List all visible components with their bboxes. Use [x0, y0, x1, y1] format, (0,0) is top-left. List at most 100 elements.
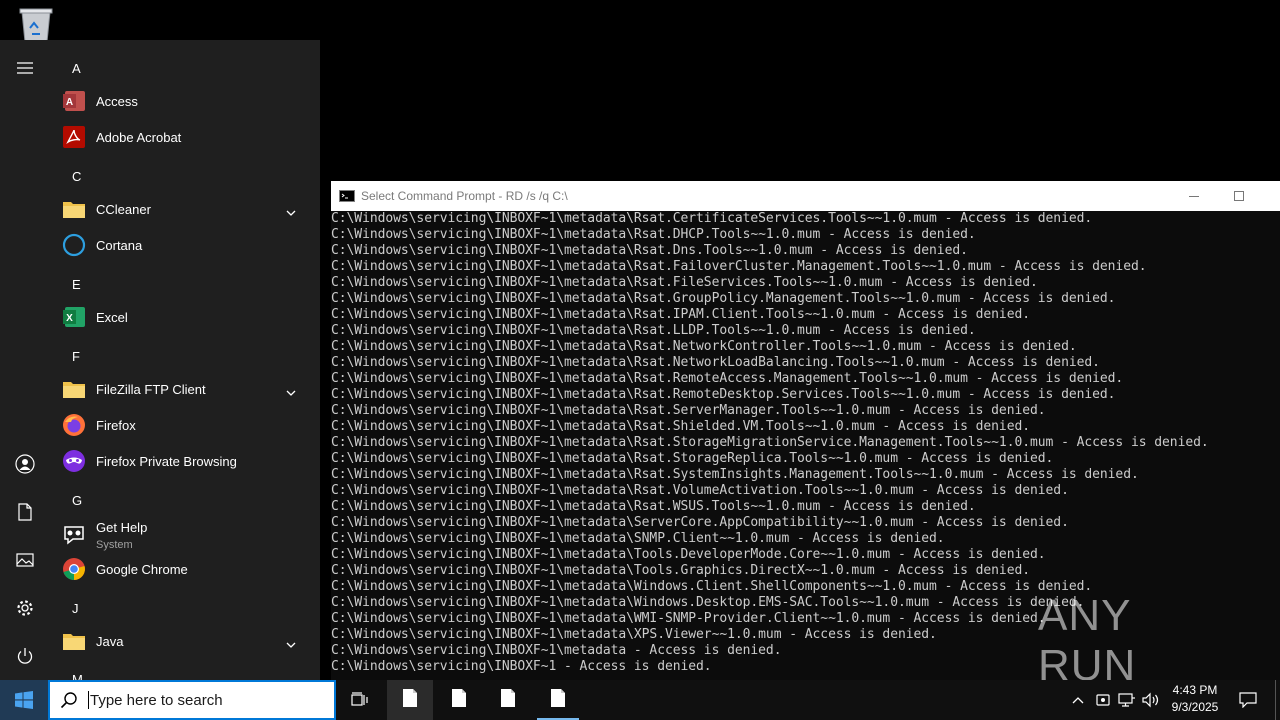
title-bar[interactable]: Select Command Prompt - RD /s /q C:\ [331, 181, 1280, 211]
clock-date: 9/3/2025 [1171, 700, 1219, 714]
group-header-a[interactable]: A [72, 61, 81, 76]
taskbar-file-3[interactable] [485, 680, 531, 720]
maximize-icon[interactable] [1216, 181, 1262, 211]
group-header-m[interactable]: M [72, 672, 83, 680]
notification-icon[interactable] [1234, 680, 1262, 720]
app-get-help[interactable]: Get Help System [62, 515, 308, 555]
user-icon[interactable] [0, 444, 50, 484]
console-line: C:\Windows\servicing\INBOXF~1\metadata\T… [331, 563, 1030, 578]
app-firefox-private-label: Firefox Private Browsing [96, 453, 237, 469]
app-cortana[interactable]: Cortana [62, 227, 308, 263]
taskbar-clock[interactable]: 4:43 PM 9/3/2025 [1160, 682, 1230, 716]
anyrun-watermark: ANY RUN [1038, 591, 1238, 690]
app-cortana-label: Cortana [96, 237, 143, 253]
volume-icon[interactable] [1140, 680, 1162, 720]
app-ccleaner[interactable]: CCleaner [62, 191, 308, 227]
hamburger-icon[interactable] [0, 48, 50, 88]
pictures-icon[interactable] [0, 540, 50, 580]
group-header-g[interactable]: G [72, 493, 82, 508]
app-firefox-private[interactable]: Firefox Private Browsing [62, 443, 308, 479]
clock-time: 4:43 PM [1172, 683, 1218, 697]
console-line: C:\Windows\servicing\INBOXF~1\metadata\R… [331, 419, 1030, 434]
console-line: C:\Windows\servicing\INBOXF~1\metadata\R… [331, 355, 1100, 370]
console-line: C:\Windows\servicing\INBOXF~1\metadata\T… [331, 547, 1046, 562]
console-line: C:\Windows\servicing\INBOXF~1\metadata\R… [331, 499, 976, 514]
access-icon: A [62, 89, 86, 113]
app-java-label: Java [96, 633, 124, 649]
minimize-icon[interactable] [1171, 181, 1217, 211]
console-line: C:\Windows\servicing\INBOXF~1\metadata\R… [331, 243, 968, 258]
console-line: C:\Windows\servicing\INBOXF~1\metadata\R… [331, 275, 1038, 290]
cortana-icon [62, 233, 86, 257]
app-filezilla[interactable]: FileZilla FTP Client [62, 371, 308, 407]
app-java[interactable]: Java [62, 623, 308, 659]
app-ccleaner-label: CCleaner [96, 201, 151, 217]
app-google-chrome[interactable]: Google Chrome [62, 551, 308, 587]
console-line: C:\Windows\servicing\INBOXF~1\metadata\R… [331, 291, 1116, 306]
app-filezilla-label: FileZilla FTP Client [96, 381, 206, 397]
folder-icon [62, 377, 86, 401]
app-access-label: Access [96, 93, 138, 109]
svg-text:X: X [66, 313, 73, 324]
chevron-down-icon[interactable] [286, 635, 296, 653]
chevron-down-icon[interactable] [286, 203, 296, 221]
show-desktop-divider[interactable] [1275, 680, 1276, 720]
device-icon[interactable] [1092, 680, 1114, 720]
file-icon [500, 688, 516, 713]
console-line: C:\Windows\servicing\INBOXF~1\metadata\R… [331, 307, 1030, 322]
taskbar-file-2[interactable] [436, 680, 482, 720]
firefox-icon [62, 413, 86, 437]
app-firefox-label: Firefox [96, 417, 136, 433]
taskbar-file-4[interactable] [535, 680, 581, 720]
app-adobe-acrobat-label: Adobe Acrobat [96, 129, 182, 145]
console-line: C:\Windows\servicing\INBOXF~1\metadata\R… [331, 259, 1147, 274]
file-icon [451, 688, 467, 713]
text-caret [88, 691, 89, 709]
window-title: Select Command Prompt - RD /s /q C:\ [361, 189, 568, 203]
taskbar-file-1[interactable] [387, 680, 433, 720]
watermark-text: ANY RUN [1038, 591, 1137, 690]
search-placeholder: Type here to search [90, 691, 223, 709]
folder-icon [62, 197, 86, 221]
app-excel-label: Excel [96, 309, 128, 325]
app-adobe-acrobat[interactable]: Adobe Acrobat [62, 119, 308, 155]
file-icon [550, 688, 566, 713]
taskbar: Type here to search 4:43 PM 9/3/2025 [0, 680, 1280, 720]
chrome-icon [62, 557, 86, 581]
acrobat-icon [62, 125, 86, 149]
app-google-chrome-label: Google Chrome [96, 561, 188, 577]
get-help-icon [62, 523, 86, 547]
console-line: C:\Windows\servicing\INBOXF~1\metadata\S… [331, 515, 1069, 530]
console-line: C:\Windows\servicing\INBOXF~1\metadata\R… [331, 387, 1116, 402]
app-firefox[interactable]: Firefox [62, 407, 308, 443]
app-access[interactable]: A Access [62, 83, 308, 119]
folder-icon [62, 629, 86, 653]
app-excel[interactable]: X Excel [62, 299, 308, 335]
windows-logo-icon[interactable] [0, 680, 48, 720]
group-header-j[interactable]: J [72, 601, 79, 616]
chevron-up-icon[interactable] [1066, 680, 1090, 720]
group-header-e[interactable]: E [72, 277, 81, 292]
app-list: A A Access Adobe Acrobat C CCleaner Cort… [50, 40, 320, 680]
recycle-bin-icon[interactable] [14, 6, 58, 44]
app-get-help-label: Get Help [96, 520, 148, 535]
group-header-c[interactable]: C [72, 169, 81, 184]
task-view-icon[interactable] [337, 680, 383, 720]
console-line: C:\Windows\servicing\INBOXF~1\metadata\R… [331, 467, 1139, 482]
console-line: C:\Windows\servicing\INBOXF~1\metadata\R… [331, 339, 1077, 354]
group-header-f[interactable]: F [72, 349, 80, 364]
console-line: C:\Windows\servicing\INBOXF~1\metadata\R… [331, 451, 1054, 466]
power-icon[interactable] [0, 636, 50, 676]
console-line: C:\Windows\servicing\INBOXF~1\metadata\R… [331, 483, 1069, 498]
taskbar-search-box[interactable]: Type here to search [48, 680, 336, 720]
console-line: C:\Windows\servicing\INBOXF~1\metadata\S… [331, 531, 945, 546]
documents-icon[interactable] [0, 492, 50, 532]
console-line: C:\Windows\servicing\INBOXF~1\metadata\R… [331, 435, 1209, 450]
console-line: C:\Windows\servicing\INBOXF~1\metadata\R… [331, 323, 976, 338]
firefox-private-icon [62, 449, 86, 473]
cmd-icon [339, 190, 355, 202]
network-icon[interactable] [1115, 680, 1139, 720]
start-rail [0, 40, 50, 680]
settings-icon[interactable] [0, 588, 50, 628]
chevron-down-icon[interactable] [286, 383, 296, 401]
